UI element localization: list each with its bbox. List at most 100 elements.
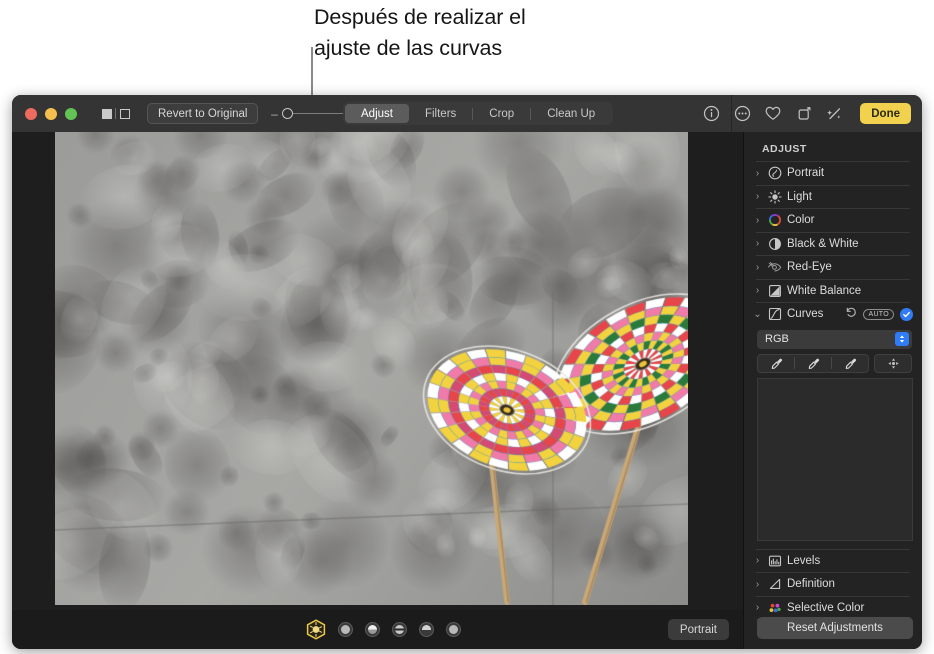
selective-color-icon	[767, 600, 782, 615]
editor-mode-tabs: Adjust Filters Crop Clean Up	[343, 102, 613, 125]
reset-adjustments-button[interactable]: Reset Adjustments	[757, 617, 913, 639]
done-button[interactable]: Done	[860, 103, 911, 124]
chevron-right-icon[interactable]: ›	[753, 579, 762, 590]
compare-view-button[interactable]	[116, 103, 133, 125]
portrait-mode-button[interactable]: Portrait	[668, 619, 729, 640]
sidebar-item-portrait[interactable]: › Portrait	[744, 162, 922, 185]
sidebar-item-label: White Balance	[787, 285, 861, 297]
favorite-heart-icon[interactable]	[764, 105, 782, 123]
tab-clean-up[interactable]: Clean Up	[531, 104, 611, 123]
eyedropper-group	[757, 354, 869, 373]
outline-square-icon	[120, 109, 130, 119]
sidebar-item-light[interactable]: › Light	[744, 186, 922, 209]
chevron-updown-icon[interactable]	[895, 332, 909, 346]
curves-render	[758, 379, 913, 541]
white-point-eyedropper[interactable]	[832, 355, 868, 372]
white-balance-icon	[767, 283, 782, 298]
color-wheel-icon	[767, 213, 782, 228]
curves-histogram-graph[interactable]	[757, 378, 913, 541]
sidebar-item-black-and-white[interactable]: › Black & White	[744, 233, 922, 256]
auto-enhance-wand-icon[interactable]	[826, 105, 844, 123]
preset-variation-1[interactable]	[338, 622, 353, 637]
add-point-tool[interactable]	[874, 354, 912, 373]
sidebar-item-label: Levels	[787, 555, 820, 567]
minimize-window-button[interactable]	[45, 108, 57, 120]
preset-swatch	[395, 625, 404, 634]
preset-variation-4[interactable]	[419, 622, 434, 637]
chevron-right-icon[interactable]: ›	[753, 238, 762, 249]
rotate-icon[interactable]	[795, 105, 813, 123]
chevron-right-icon[interactable]: ›	[753, 168, 762, 179]
info-icon[interactable]	[702, 105, 720, 123]
filled-square-icon	[102, 109, 112, 119]
photos-editor-window: Revert to Original – + Adjust Filters Cr…	[12, 95, 922, 649]
sidebar-item-label: Light	[787, 191, 812, 203]
preset-original-active[interactable]	[306, 619, 326, 640]
single-view-button[interactable]	[98, 103, 115, 125]
curves-icon	[767, 307, 782, 322]
portrait-icon	[767, 166, 782, 181]
sidebar-title: ADJUST	[744, 132, 922, 161]
light-icon	[767, 189, 782, 204]
sidebar-item-curves[interactable]: ⌄ Curves AUTO	[744, 303, 922, 326]
sidebar-item-label: Color	[787, 214, 814, 226]
view-mode-toggle	[98, 103, 133, 125]
edited-photo[interactable]	[55, 132, 688, 605]
preset-variation-2[interactable]	[365, 622, 380, 637]
preset-swatch	[449, 625, 458, 634]
sidebar-item-definition[interactable]: › Definition	[744, 573, 922, 596]
sidebar-item-levels[interactable]: › Levels	[744, 550, 922, 573]
titlebar-tools: Done	[702, 95, 911, 132]
curves-channel-select[interactable]: RGB	[757, 330, 912, 349]
sidebar-item-label: Curves	[787, 308, 823, 320]
sidebar-item-white-balance[interactable]: › White Balance	[744, 280, 922, 303]
zoom-slider-knob[interactable]	[282, 108, 293, 119]
gray-point-eyedropper[interactable]	[795, 355, 831, 372]
preset-swatch	[368, 625, 377, 634]
auto-curves-button[interactable]: AUTO	[863, 309, 894, 320]
zoom-slider-line	[286, 113, 344, 115]
tab-adjust[interactable]: Adjust	[345, 104, 409, 123]
more-options-icon[interactable]	[733, 105, 751, 123]
adjust-sidebar: ADJUST › Portrait › Light › Color	[743, 132, 922, 649]
black-white-icon	[767, 236, 782, 251]
close-window-button[interactable]	[25, 108, 37, 120]
chevron-right-icon[interactable]: ›	[753, 215, 762, 226]
tab-filters[interactable]: Filters	[409, 104, 472, 123]
chevron-right-icon[interactable]: ›	[753, 285, 762, 296]
zoom-out-label[interactable]: –	[270, 107, 278, 121]
preset-list	[306, 619, 461, 640]
blue-checkmark-icon[interactable]	[900, 308, 913, 321]
revert-to-original-button[interactable]: Revert to Original	[147, 103, 258, 124]
sidebar-item-label: Definition	[787, 578, 835, 590]
maximize-window-button[interactable]	[65, 108, 77, 120]
black-point-eyedropper[interactable]	[758, 355, 794, 372]
preset-swatch	[341, 625, 350, 634]
chevron-right-icon[interactable]: ›	[753, 262, 762, 273]
preset-filmstrip: Portrait	[12, 610, 743, 649]
chevron-right-icon[interactable]: ›	[753, 191, 762, 202]
curves-tool-row	[757, 354, 912, 373]
sidebar-item-red-eye[interactable]: › Red-Eye	[744, 256, 922, 279]
chevron-right-icon[interactable]: ›	[753, 602, 762, 613]
sidebar-item-selective-color[interactable]: › Selective Color	[744, 597, 922, 620]
photo-render	[55, 132, 688, 605]
preset-variation-5[interactable]	[446, 622, 461, 637]
tab-crop[interactable]: Crop	[473, 104, 530, 123]
reset-arrow-icon[interactable]	[845, 305, 857, 323]
sidebar-item-label: Selective Color	[787, 602, 864, 614]
curves-channel-value: RGB	[765, 333, 789, 345]
sidebar-item-color[interactable]: › Color	[744, 209, 922, 232]
definition-icon	[767, 577, 782, 592]
chevron-down-icon[interactable]: ⌄	[753, 309, 762, 320]
chevron-right-icon[interactable]: ›	[753, 555, 762, 566]
callout-text: Después de realizar el ajuste de las cur…	[314, 2, 634, 64]
red-eye-icon	[767, 260, 782, 275]
curves-controls: AUTO	[845, 305, 913, 323]
preset-swatch	[422, 625, 431, 634]
window-traffic-lights	[25, 108, 77, 120]
photo-canvas-area	[12, 132, 743, 610]
zoom-slider-track[interactable]	[282, 108, 344, 120]
window-titlebar: Revert to Original – + Adjust Filters Cr…	[12, 95, 922, 132]
preset-variation-3[interactable]	[392, 622, 407, 637]
